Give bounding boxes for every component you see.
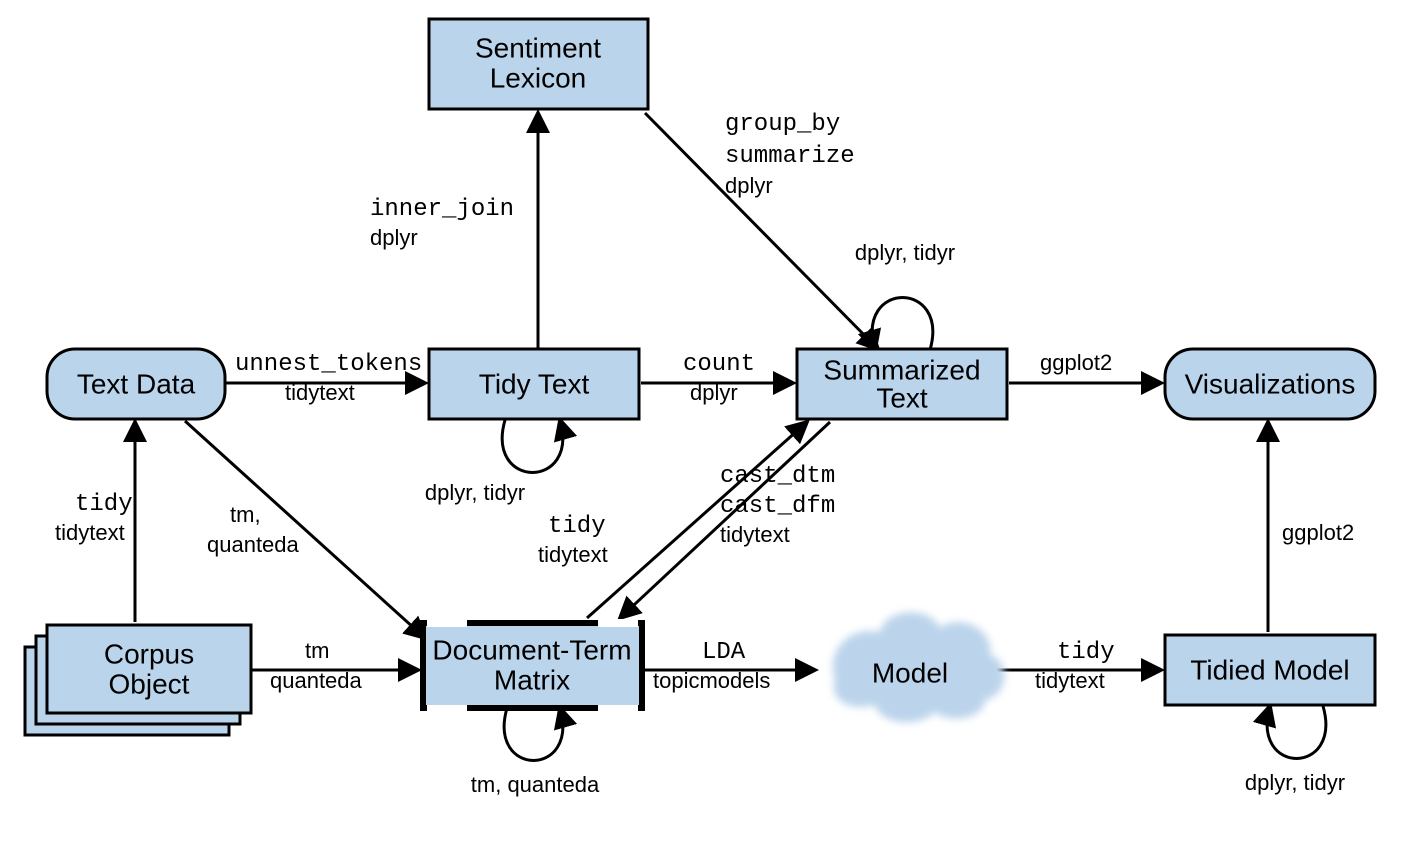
edge-label-sentiment-to-summarized-pkg: dplyr: [725, 173, 773, 198]
edge-label-tidy-to-summarized-func: count: [683, 351, 755, 378]
edge-label-summarized-to-dtm-f2: cast_dfm: [720, 493, 835, 520]
node-corpus-label-2: Object: [109, 668, 190, 699]
node-sentiment-label-2: Lexicon: [490, 62, 587, 93]
edge-label-model-to-tidied-p: tidytext: [1035, 668, 1105, 693]
edge-label-tidied-to-viz-pkg: ggplot2: [1282, 520, 1354, 545]
edge-tidied-self-loop: [1267, 706, 1326, 759]
edge-label-sentiment-to-summarized-f2: summarize: [725, 143, 855, 170]
edge-summarized-to-dtm: [620, 422, 830, 618]
edge-label-dtm-to-summarized-p: tidytext: [538, 542, 608, 567]
node-corpus-label-1: Corpus: [104, 638, 194, 669]
edge-label-tidy-to-summarized-pkg: dplyr: [690, 380, 738, 405]
node-tidy-text-label: Tidy Text: [479, 368, 590, 399]
edge-label-dtm-self: tm, quanteda: [471, 772, 600, 797]
edge-label-dtm-to-model-p: topicmodels: [653, 668, 770, 693]
edge-label-dtm-to-model-f: LDA: [702, 639, 746, 666]
edge-label-text-to-dtm-p: quanteda: [207, 532, 300, 557]
node-tidied-model-label: Tidied Model: [1190, 654, 1349, 685]
edge-label-summarized-to-dtm-f1: cast_dtm: [720, 463, 835, 490]
edge-label-corpus-to-text-pkg: tidytext: [55, 520, 125, 545]
edge-label-corpus-to-dtm-f: tm: [305, 638, 329, 663]
node-model-label: Model: [872, 657, 948, 688]
edge-label-dtm-to-summarized-f: tidy: [548, 513, 606, 540]
diagram-canvas: tidy tidytext unnest_tokens tidytext inn…: [0, 0, 1425, 848]
edge-label-text-to-dtm-f: tm,: [230, 502, 261, 527]
edge-label-tidy-self: dplyr, tidyr: [425, 480, 525, 505]
edge-label-model-to-tidied-f: tidy: [1057, 639, 1115, 666]
node-text-data-label: Text Data: [77, 368, 196, 399]
node-dtm-label-2: Matrix: [494, 664, 570, 695]
node-sentiment-label-1: Sentiment: [475, 32, 601, 63]
edge-label-sentiment-to-summarized-f1: group_by: [725, 111, 840, 138]
edge-label-corpus-to-text-func: tidy: [75, 491, 133, 518]
edge-label-summarized-to-viz-pkg: ggplot2: [1040, 350, 1112, 375]
edge-label-summarized-to-dtm-p: tidytext: [720, 522, 790, 547]
edge-label-tidy-to-sentiment-func: inner_join: [370, 196, 514, 223]
node-summarized-label-1: Summarized: [823, 354, 980, 385]
edge-label-tidied-self: dplyr, tidyr: [1245, 770, 1345, 795]
node-summarized-label-2: Text: [876, 382, 928, 413]
edge-label-text-to-tidy-pkg: tidytext: [285, 380, 355, 405]
edge-tidy-self-loop: [502, 420, 563, 473]
edge-label-tidy-to-sentiment-pkg: dplyr: [370, 225, 418, 250]
edge-label-corpus-to-dtm-p: quanteda: [270, 668, 363, 693]
edge-text-to-dtm: [185, 421, 425, 638]
edge-dtm-to-summarized: [587, 422, 807, 618]
node-dtm-label-1: Document-Term: [432, 634, 631, 665]
edge-label-summarized-self: dplyr, tidyr: [855, 240, 955, 265]
edge-label-text-to-tidy-func: unnest_tokens: [235, 351, 422, 378]
node-visualizations-label: Visualizations: [1185, 368, 1356, 399]
edge-summarized-self-loop: [872, 298, 933, 351]
edge-dtm-self-loop: [504, 708, 563, 761]
